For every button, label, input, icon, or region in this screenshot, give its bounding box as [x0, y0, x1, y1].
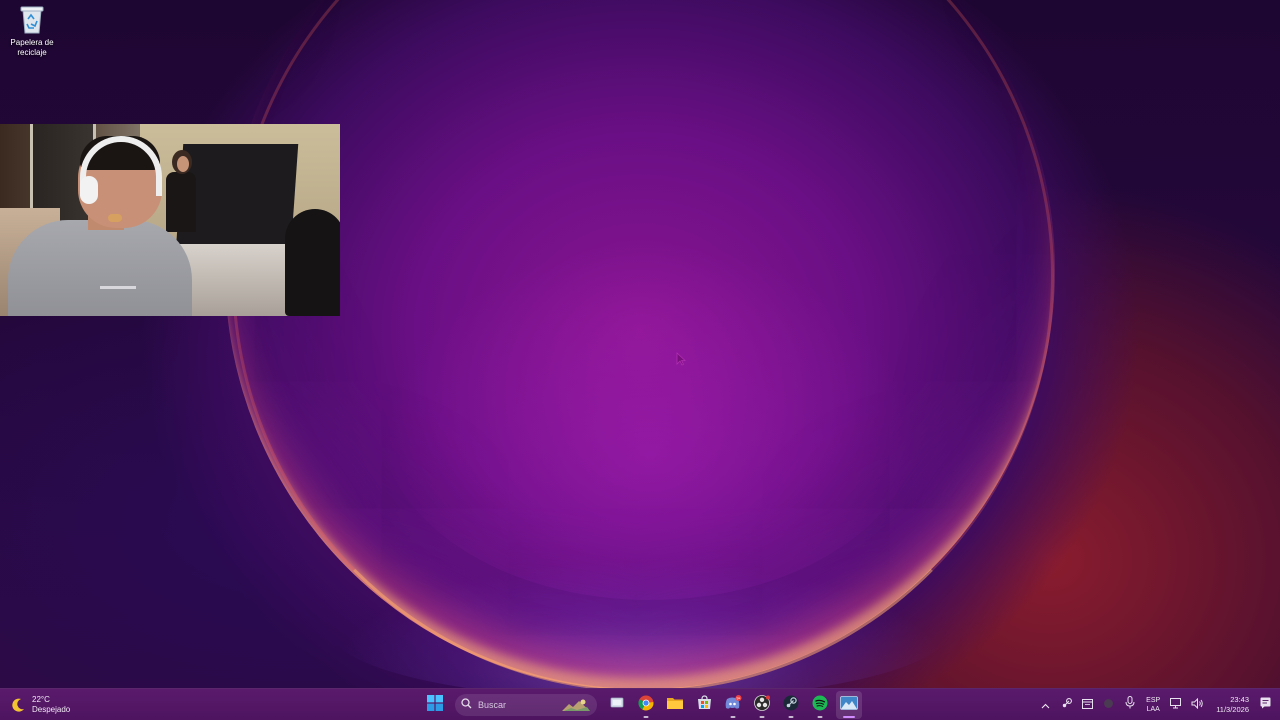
- wallpaper-sphere-glow: [225, 0, 1055, 688]
- speaker-icon: [1191, 696, 1204, 714]
- language-layout: LAA: [1146, 706, 1160, 713]
- landscape-app-icon: [840, 695, 858, 715]
- taskbar: 22°C Despejado Buscar 9+ ESP LAA 23:43 1…: [0, 688, 1280, 720]
- taskbar-app-chrome[interactable]: [633, 691, 659, 719]
- notification-bell-icon: [1260, 696, 1271, 714]
- desktop-icon-recycle-bin[interactable]: Papelera de reciclaje: [4, 4, 60, 58]
- folder-icon: [667, 696, 683, 715]
- webcam-overlay: [0, 124, 340, 316]
- search-highlight-icon: [561, 697, 591, 713]
- obs-icon: [754, 694, 770, 716]
- microphone-icon: [1125, 696, 1135, 714]
- clock-time: 23:43: [1230, 695, 1249, 704]
- spotify-icon: [812, 695, 828, 716]
- recycle-bin-icon: [19, 4, 45, 34]
- cam-chair: [285, 209, 340, 316]
- weather-temperature: 22°C: [32, 695, 50, 704]
- steam-tray-icon: [1061, 696, 1073, 714]
- start-button[interactable]: [422, 691, 448, 719]
- tray-circle-button[interactable]: [1100, 694, 1117, 716]
- weather-condition: Despejado: [32, 705, 71, 714]
- calendar-tray-icon: [1082, 696, 1094, 714]
- tray-app-button[interactable]: [1079, 694, 1096, 716]
- weather-widget[interactable]: 22°C Despejado: [10, 693, 70, 717]
- show-hidden-icons-button[interactable]: [1037, 694, 1054, 716]
- recycle-bin-label: Papelera de reciclaje: [10, 38, 54, 57]
- circle-tray-icon: [1103, 696, 1114, 714]
- clock[interactable]: 23:43 11/3/2026: [1216, 695, 1249, 715]
- task-view-icon: [610, 696, 624, 715]
- system-tray: ESP LAA 23:43 11/3/2026: [1037, 691, 1274, 719]
- language-code: ESP: [1146, 697, 1161, 704]
- search-placeholder: Buscar: [478, 700, 507, 710]
- cam-person-streamer: [8, 136, 192, 316]
- search-icon: [461, 696, 472, 714]
- desktop: Papelera de reciclaje: [0, 0, 1280, 688]
- tray-steam-button[interactable]: [1058, 694, 1075, 716]
- discord-badge: 9+: [736, 696, 740, 700]
- taskbar-app-microsoft-store[interactable]: [691, 691, 717, 719]
- microphone-button[interactable]: [1121, 694, 1138, 716]
- wallpaper-bottom-band: [330, 560, 950, 688]
- windows-start-icon: [427, 694, 443, 716]
- chevron-up-icon: [1041, 696, 1050, 714]
- taskbar-app-file-explorer[interactable]: [662, 691, 688, 719]
- taskbar-app-obs[interactable]: [749, 691, 775, 719]
- taskbar-app-active[interactable]: [836, 691, 862, 719]
- clock-date: 11/3/2026: [1216, 705, 1249, 714]
- chrome-icon: [638, 695, 654, 716]
- mouse-cursor-icon: [676, 352, 687, 366]
- search-input[interactable]: Buscar: [455, 694, 597, 716]
- taskbar-app-discord[interactable]: 9+: [720, 691, 746, 719]
- taskbar-app-steam[interactable]: [778, 691, 804, 719]
- volume-button[interactable]: [1189, 694, 1206, 716]
- language-indicator[interactable]: ESP LAA: [1146, 696, 1160, 714]
- moon-icon: [10, 697, 26, 713]
- steam-icon: [783, 695, 799, 716]
- taskbar-app-spotify[interactable]: [807, 691, 833, 719]
- wallpaper-sphere-rim: [232, 0, 1054, 688]
- network-button[interactable]: [1168, 694, 1185, 716]
- store-icon: [697, 695, 712, 715]
- notifications-button[interactable]: [1257, 694, 1274, 716]
- monitor-network-icon: [1170, 696, 1183, 714]
- taskbar-center: Buscar 9+: [422, 691, 862, 719]
- discord-icon: 9+: [724, 694, 742, 716]
- wallpaper-core-glow: [380, 240, 920, 600]
- task-view-button[interactable]: [604, 691, 630, 719]
